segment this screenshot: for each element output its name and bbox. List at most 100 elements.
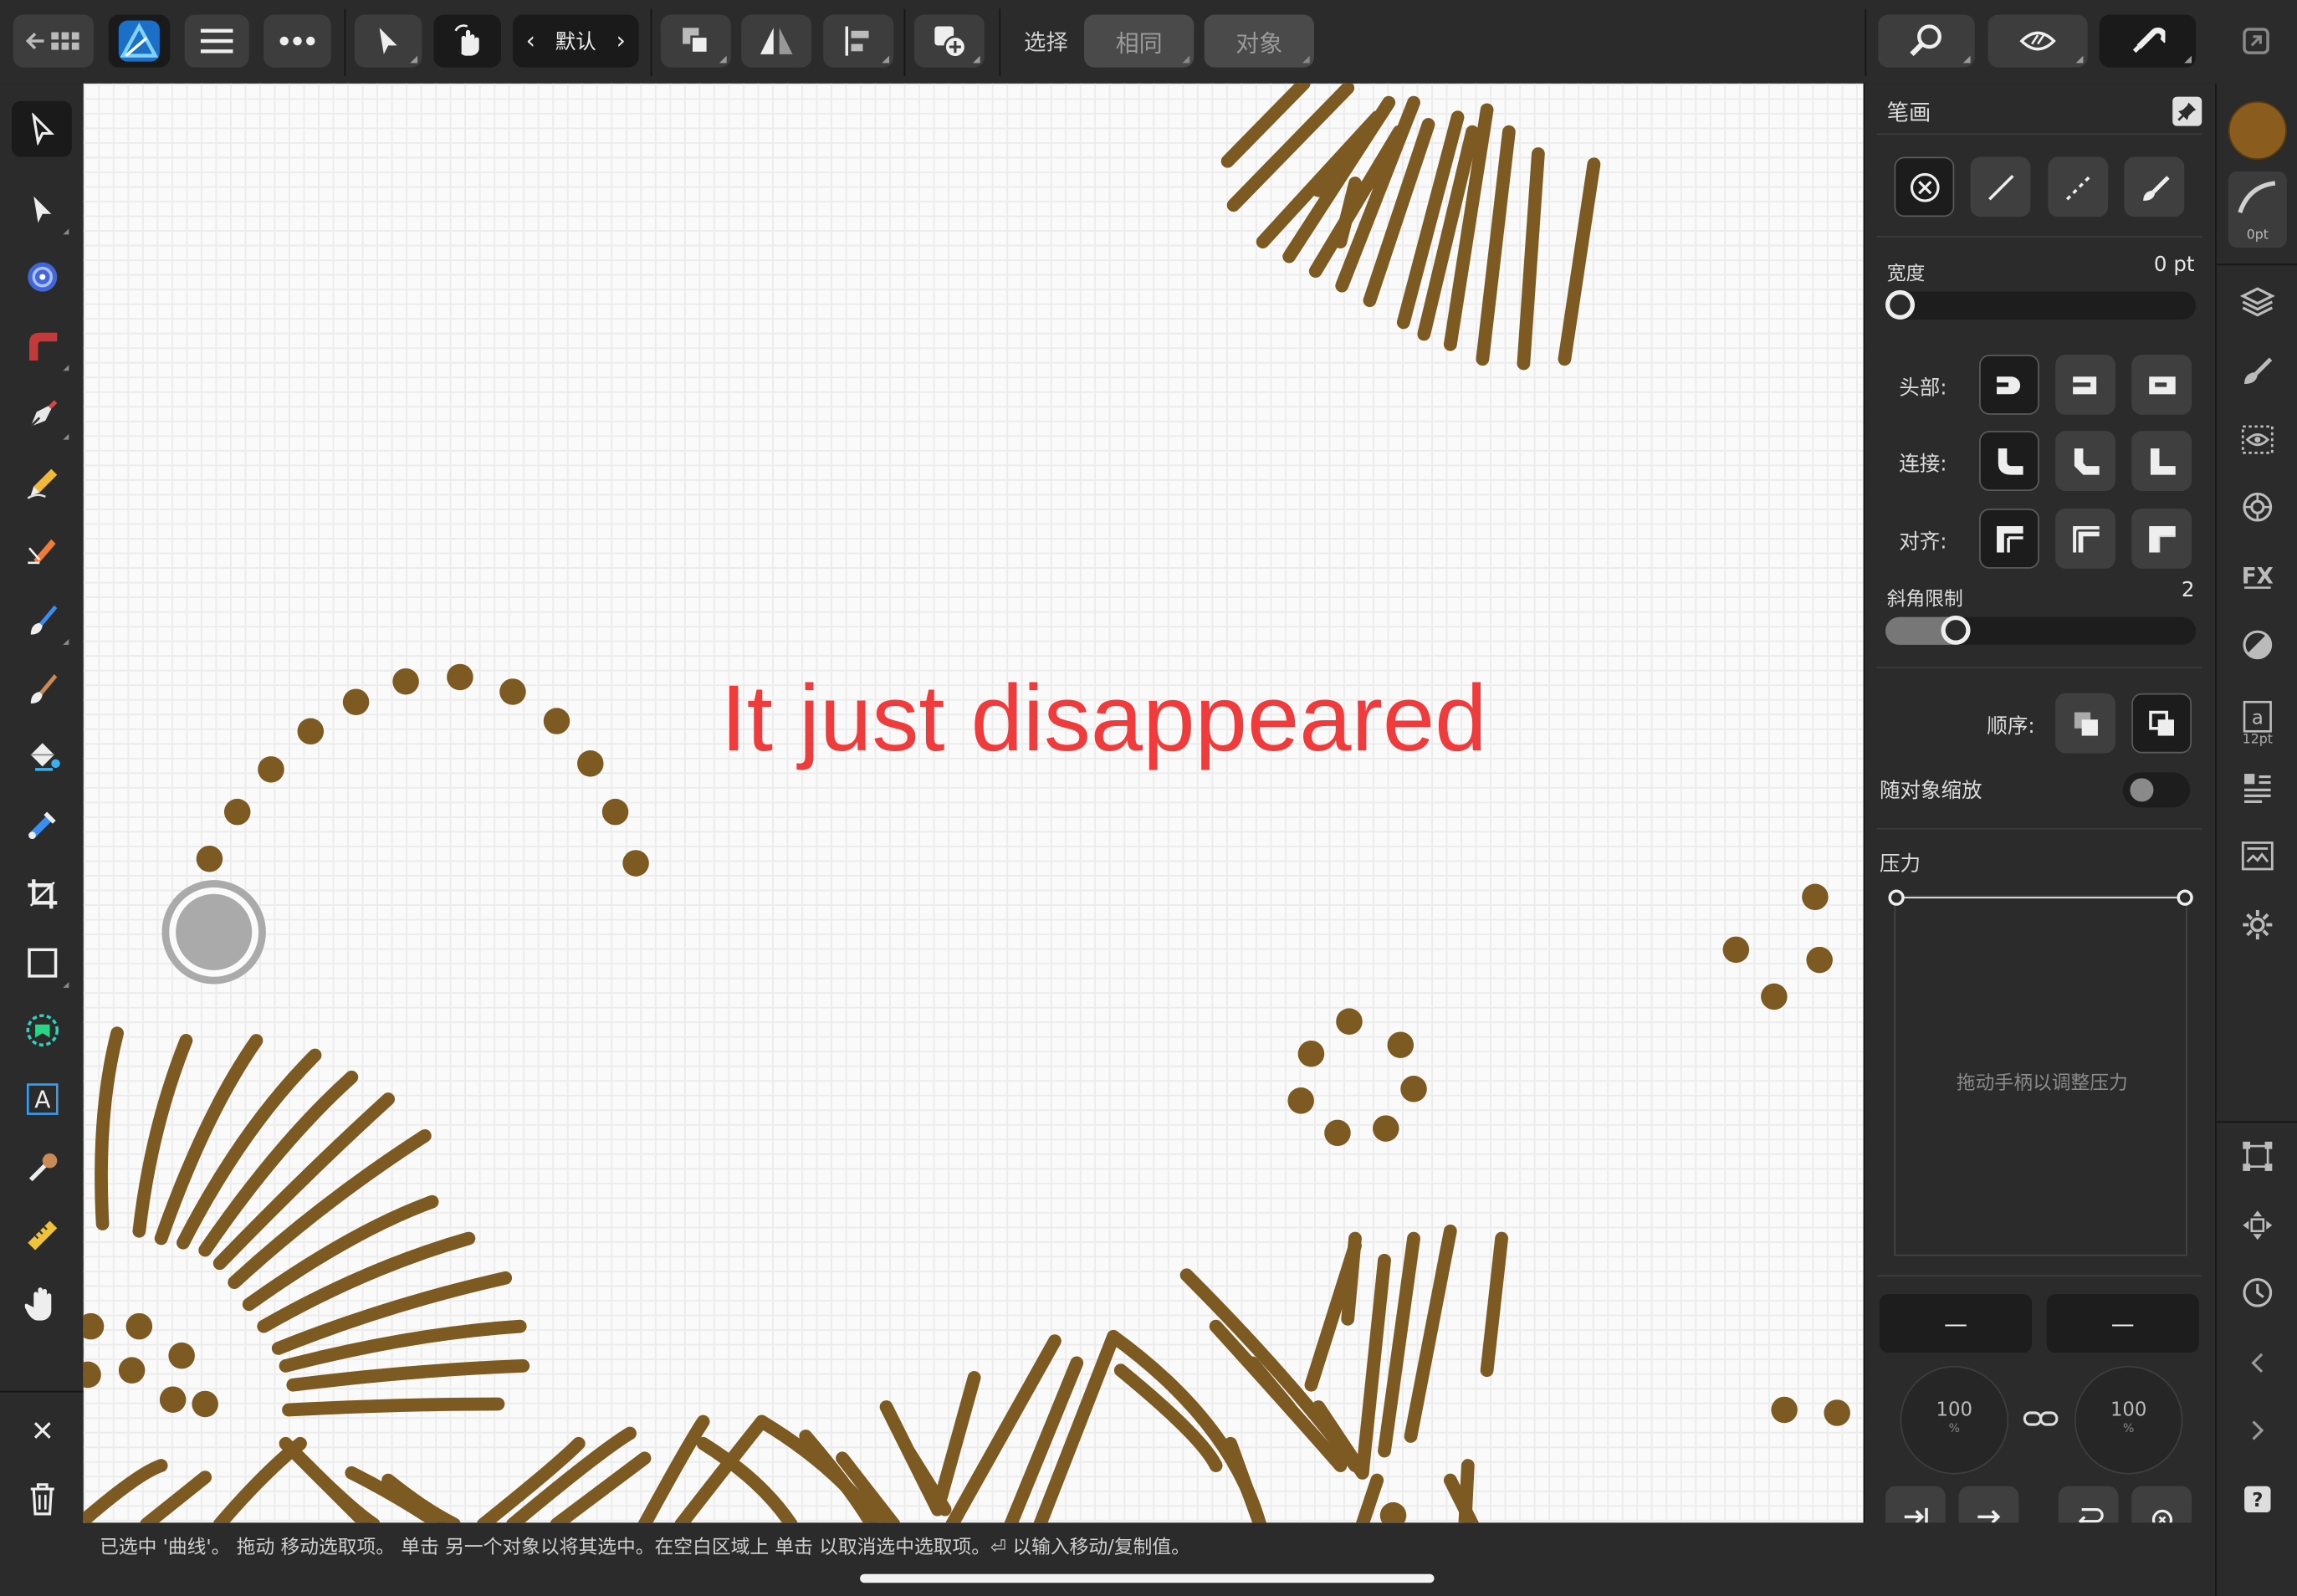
align-center-button[interactable] — [2055, 508, 2115, 569]
solid-line-button[interactable] — [1970, 156, 2031, 217]
dot-mark[interactable] — [1400, 1076, 1427, 1102]
assets-studio-button[interactable] — [2237, 836, 2278, 877]
more-button[interactable] — [263, 14, 331, 68]
arrange-button[interactable] — [660, 14, 731, 68]
history-studio-button[interactable] — [2237, 1272, 2278, 1313]
dot-mark[interactable] — [159, 1386, 187, 1413]
artwork-layer[interactable] — [83, 83, 1864, 1523]
designer-persona-button[interactable] — [108, 14, 171, 68]
align-inside-button[interactable] — [1979, 508, 2039, 569]
brush-stroke[interactable] — [1476, 125, 1516, 366]
dot-mark[interactable] — [83, 1361, 101, 1389]
text-studio-button[interactable]: a 12pt — [2237, 692, 2278, 756]
align-outside-button[interactable] — [2131, 508, 2192, 569]
back-to-gallery-button[interactable] — [13, 14, 95, 68]
preset-switcher[interactable]: ‹ 默认 › — [512, 14, 639, 68]
fill-tool[interactable] — [12, 729, 72, 785]
brush-stroke[interactable] — [550, 1451, 652, 1523]
brush-stroke[interactable] — [282, 1397, 505, 1417]
boolean-operations-button[interactable] — [913, 14, 985, 68]
pin-panel-button[interactable] — [2172, 96, 2202, 126]
bevel-join-button[interactable] — [2055, 431, 2115, 491]
miter-join-button[interactable] — [2131, 431, 2192, 491]
dot-mark[interactable] — [1324, 1119, 1351, 1147]
zoom-button[interactable] — [1878, 14, 1975, 68]
end-scale-dial[interactable]: 100 % — [2074, 1365, 2183, 1475]
dot-mark[interactable] — [258, 756, 284, 783]
vector-brush-tool[interactable] — [12, 523, 72, 579]
brush-stroke[interactable] — [1480, 1231, 1509, 1378]
dot-mark[interactable] — [83, 1312, 105, 1340]
arrow-inside-button[interactable] — [1885, 1486, 1946, 1523]
dot-mark[interactable] — [1373, 1115, 1399, 1142]
brush-stroke[interactable] — [1224, 1436, 1266, 1523]
stroke-behind-button[interactable] — [2055, 693, 2115, 754]
appearance-studio-button[interactable] — [2237, 419, 2278, 460]
dot-mark[interactable] — [125, 1312, 153, 1340]
align-button[interactable] — [823, 14, 894, 68]
start-arrowhead-picker[interactable]: — — [1879, 1294, 2033, 1353]
dot-mark[interactable] — [1379, 1501, 1407, 1523]
link-scale-button[interactable] — [2023, 1407, 2059, 1435]
dot-mark[interactable] — [601, 798, 629, 826]
miter-slider[interactable] — [1885, 615, 2197, 645]
transform-studio-button[interactable] — [2237, 1136, 2278, 1177]
select-object-button[interactable]: 对象 — [1204, 14, 1314, 68]
dot-mark[interactable] — [1802, 883, 1829, 911]
dot-mark[interactable] — [1806, 946, 1833, 974]
color-studio-button[interactable] — [2237, 487, 2278, 528]
view-tool[interactable] — [12, 1276, 72, 1333]
crop-tool[interactable] — [12, 866, 72, 922]
swap-arrowheads-button[interactable] — [2058, 1486, 2119, 1523]
remove-arrowheads-button[interactable] — [2131, 1486, 2192, 1523]
paragraph-studio-button[interactable] — [2237, 766, 2278, 807]
brush-stroke[interactable] — [945, 1334, 1062, 1523]
dot-mark[interactable] — [622, 850, 649, 877]
delete-button[interactable] — [12, 1471, 72, 1527]
transparency-tool[interactable] — [12, 797, 72, 853]
select-mode-button[interactable] — [354, 14, 422, 68]
collapse-left-button[interactable] — [2237, 1343, 2278, 1384]
width-slider[interactable] — [1885, 289, 2197, 320]
pressure-start-handle[interactable] — [1888, 889, 1905, 906]
brush-stroke[interactable] — [1333, 176, 1362, 248]
brush-stroke[interactable] — [83, 1459, 168, 1523]
brush-stroke[interactable] — [95, 1026, 124, 1230]
butt-cap-button[interactable] — [1979, 355, 2039, 415]
stroke-swatch[interactable]: 0pt — [2228, 171, 2287, 248]
brush-stroke[interactable] — [286, 1359, 530, 1392]
dot-mark[interactable] — [499, 678, 526, 705]
fill-color-swatch[interactable] — [2228, 100, 2287, 160]
no-stroke-button[interactable] — [1894, 156, 1955, 217]
home-indicator[interactable] — [860, 1573, 1435, 1583]
close-button[interactable] — [12, 1403, 72, 1459]
brush-stroke[interactable] — [1558, 157, 1601, 366]
gesture-mode-button[interactable] — [433, 14, 501, 68]
dash-line-button[interactable] — [2048, 156, 2109, 217]
node-tool[interactable] — [12, 182, 72, 238]
arrow-outside-button[interactable] — [1958, 1486, 2019, 1523]
transparency-studio-button[interactable] — [2237, 624, 2278, 665]
help-button[interactable]: ? — [2237, 1479, 2278, 1520]
point-transform-tool[interactable] — [12, 249, 72, 305]
dot-mark[interactable] — [1297, 1040, 1325, 1067]
dot-mark[interactable] — [543, 708, 570, 734]
pen-tool[interactable] — [12, 387, 72, 443]
place-image-tool[interactable] — [12, 1002, 72, 1058]
menu-button[interactable] — [184, 14, 249, 68]
dot-mark[interactable] — [1824, 1399, 1850, 1426]
scale-with-object-toggle[interactable] — [2122, 772, 2191, 808]
next-chevron-icon[interactable]: › — [616, 27, 626, 54]
color-picker-tool[interactable] — [12, 1140, 72, 1196]
brush-stroke[interactable] — [1458, 1459, 1475, 1523]
dot-mark[interactable] — [1761, 983, 1788, 1010]
width-value[interactable]: 0 pt — [2154, 253, 2195, 277]
miter-slider-knob[interactable] — [1941, 615, 1971, 645]
view-mode-button[interactable] — [1987, 14, 2088, 68]
artistic-text-tool[interactable]: A — [12, 1072, 72, 1128]
dot-mark[interactable] — [1722, 936, 1750, 964]
round-join-button[interactable] — [1979, 431, 2039, 491]
brushes-studio-button[interactable] — [2237, 350, 2278, 391]
dot-mark[interactable] — [1387, 1031, 1415, 1058]
dot-mark[interactable] — [447, 663, 473, 691]
